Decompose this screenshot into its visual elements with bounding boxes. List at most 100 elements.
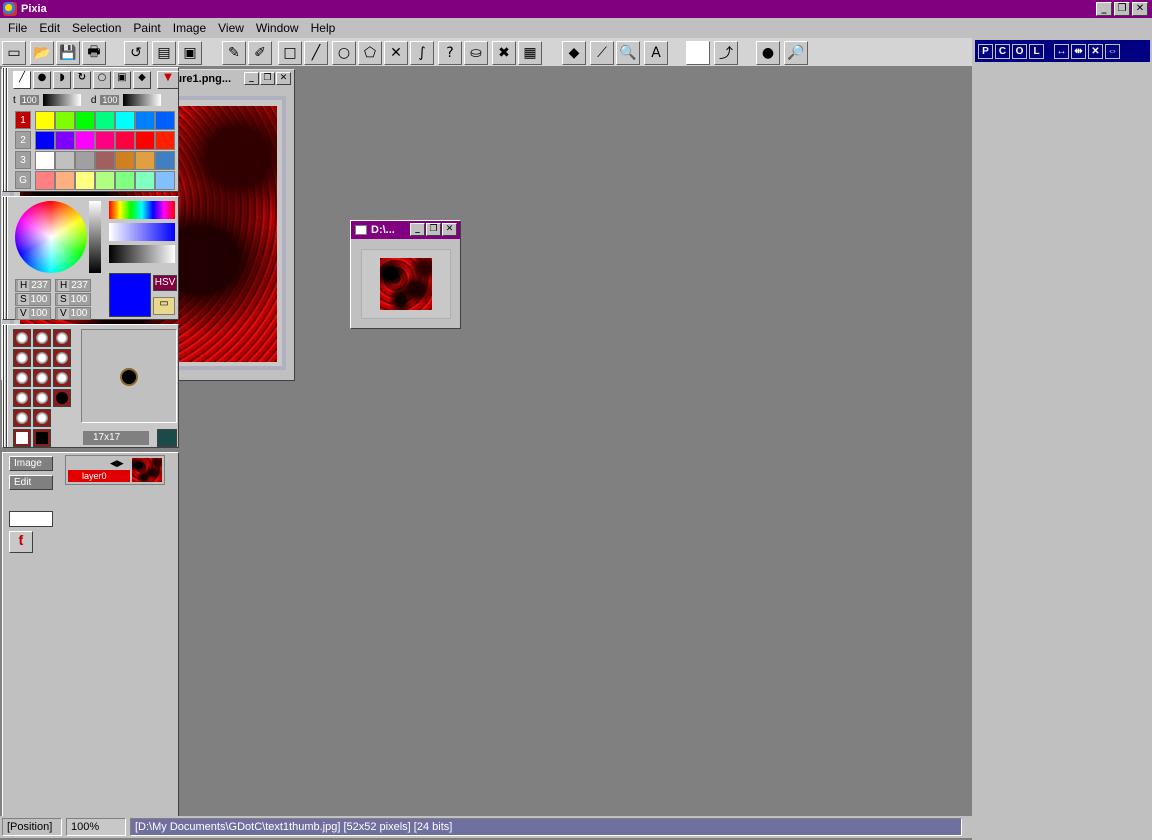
palette-swatch[interactable] (95, 111, 115, 130)
hsv-value-field[interactable]: V 100 (15, 307, 51, 320)
hsv-mode-button[interactable]: HSV (153, 275, 177, 291)
line-icon[interactable]: ╱ (304, 41, 328, 65)
smudge-tool-icon[interactable]: ↻ (73, 71, 91, 89)
brush-size-display[interactable]: 17x17 (83, 431, 149, 445)
import-icon[interactable]: ⤴ (714, 41, 738, 65)
print-icon[interactable]: 🖶 (82, 41, 106, 65)
brush-preset[interactable] (13, 429, 31, 447)
zoom-icon[interactable]: 🔍 (616, 41, 640, 65)
brush-preset[interactable] (13, 369, 31, 387)
brush-preset[interactable] (13, 409, 31, 427)
palette-swatch[interactable] (55, 171, 75, 190)
brush-preset[interactable] (33, 329, 51, 347)
tab-c[interactable]: C (995, 43, 1010, 59)
layer-icon[interactable]: ◆ (562, 41, 586, 65)
brush-preset[interactable] (33, 429, 51, 447)
tab-l[interactable]: L (1029, 43, 1044, 59)
palette-swatch[interactable] (75, 151, 95, 170)
palette-swatch[interactable] (95, 151, 115, 170)
curve-icon[interactable]: ∫ (410, 41, 434, 65)
palette-swatch[interactable] (135, 131, 155, 150)
palette-swatch[interactable] (115, 151, 135, 170)
transparency-icon[interactable]: ▦ (518, 41, 542, 65)
palette-swatch[interactable] (75, 131, 95, 150)
app-icon[interactable] (3, 2, 17, 16)
stamp-tool-icon[interactable]: ▣ (113, 71, 131, 89)
palette-swatch[interactable] (55, 111, 75, 130)
brush-preset[interactable] (33, 389, 51, 407)
brush-preset[interactable] (33, 349, 51, 367)
fill-icon[interactable]: ⛀ (464, 41, 488, 65)
minimize-button[interactable]: _ (1096, 2, 1112, 16)
palette-row-label[interactable]: 2 (15, 131, 31, 149)
palette-swatch[interactable] (155, 131, 175, 150)
restore-button[interactable]: ❐ (426, 223, 441, 236)
rectangle-icon[interactable]: □ (278, 41, 302, 65)
hsv-value-field[interactable]: H 237 (15, 279, 51, 292)
ellipse-icon[interactable]: ○ (332, 41, 356, 65)
layer-name[interactable]: layer0 (68, 470, 130, 482)
palette-swatch[interactable] (115, 171, 135, 190)
text-icon[interactable]: A (644, 41, 668, 65)
saturation-strip[interactable] (109, 223, 175, 241)
t-value[interactable]: 100 (19, 95, 39, 105)
restore-button[interactable]: ❐ (1114, 2, 1130, 16)
layer-image-button[interactable]: Image (9, 456, 53, 471)
menu-selection[interactable]: Selection (66, 21, 127, 35)
hue-strip[interactable] (109, 201, 175, 219)
folder-icon[interactable]: ▭ (153, 297, 175, 315)
palette-swatch[interactable] (155, 111, 175, 130)
brush-preset[interactable] (53, 349, 71, 367)
close-button[interactable]: ✕ (1132, 2, 1148, 16)
panel-grip[interactable] (3, 68, 9, 191)
value-slider[interactable] (89, 201, 101, 273)
close-button[interactable]: ✕ (276, 72, 291, 85)
panel-grip[interactable] (3, 197, 9, 319)
palette-swatch[interactable] (75, 111, 95, 130)
eraser-icon[interactable]: ✐ (248, 41, 272, 65)
t-gradient-slider[interactable] (42, 94, 81, 106)
panel-grip[interactable] (3, 325, 9, 447)
d-value[interactable]: 100 (100, 95, 120, 105)
hsv-value-field[interactable]: S 100 (55, 293, 91, 306)
blur-tool-icon[interactable]: ○ (93, 71, 111, 89)
palette-swatch[interactable] (135, 111, 155, 130)
brush-preset[interactable] (33, 409, 51, 427)
palette-swatch[interactable] (35, 111, 55, 130)
brush-preset[interactable] (53, 329, 71, 347)
paste-icon[interactable]: ▣ (178, 41, 202, 65)
polygon-icon[interactable]: ⬠ (358, 41, 382, 65)
pen-menu-icon[interactable]: ▼ (157, 71, 179, 89)
palette-row-label[interactable]: G (15, 171, 31, 189)
palette-swatch[interactable] (35, 131, 55, 150)
swap-panel-icon[interactable]: ⇔ (1105, 43, 1120, 59)
d-gradient-slider[interactable] (123, 94, 162, 106)
palette-swatch[interactable] (155, 151, 175, 170)
texture-pattern-icon[interactable] (157, 429, 177, 447)
tab-o[interactable]: O (1012, 43, 1027, 59)
current-color-swatch[interactable] (109, 273, 151, 317)
close-button[interactable]: ✕ (442, 223, 457, 236)
hsv-value-field[interactable]: V 100 (55, 307, 91, 320)
palette-swatch[interactable] (115, 131, 135, 150)
menu-paint[interactable]: Paint (127, 21, 166, 35)
magnify-icon[interactable]: 🔎 (784, 41, 808, 65)
thumbnail-image[interactable] (380, 258, 432, 310)
color-mix-icon[interactable]: ● (756, 41, 780, 65)
menu-edit[interactable]: Edit (33, 21, 66, 35)
document-window-thumb[interactable]: D:\... _ ❐ ✕ (350, 220, 461, 329)
delete-selection-icon[interactable]: ✖ (492, 41, 516, 65)
brush-preset[interactable] (13, 389, 31, 407)
menu-image[interactable]: Image (167, 21, 212, 35)
brush-preset[interactable] (13, 329, 31, 347)
color-swatch-icon[interactable] (686, 41, 710, 65)
palette-swatch[interactable] (135, 151, 155, 170)
minimize-button[interactable]: _ (244, 72, 259, 85)
palette-swatch[interactable] (95, 171, 115, 190)
palette-swatch[interactable] (115, 111, 135, 130)
cross-icon[interactable]: ✕ (384, 41, 408, 65)
pencil-icon[interactable]: ✎ (222, 41, 246, 65)
layer-arrows-icon[interactable]: ◀▶ (110, 458, 124, 469)
expand-both-icon[interactable]: ⇹ (1071, 43, 1086, 59)
palette-swatch[interactable] (35, 171, 55, 190)
